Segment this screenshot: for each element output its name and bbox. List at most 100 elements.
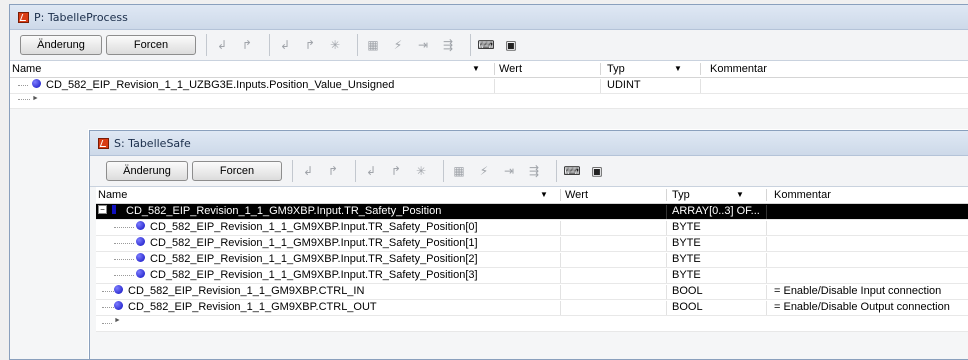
window-icon — [98, 137, 109, 149]
table-row[interactable]: − CD_582_EIP_Revision_1_1_GM9XBP.Input.T… — [96, 204, 968, 220]
column-header-value[interactable]: Wert — [499, 63, 522, 75]
cell-divider — [600, 79, 601, 93]
keyboard-icon[interactable]: ⌨ — [563, 162, 581, 180]
sort-arrow-icon[interactable]: ▼ — [540, 190, 548, 199]
toolbar-separator — [443, 160, 444, 182]
table-row[interactable]: CD_582_EIP_Revision_1_1_GM9XBP.Input.TR_… — [96, 220, 968, 236]
trigger-falling-icon[interactable]: ↲ — [276, 36, 294, 54]
tree-connector — [102, 307, 114, 308]
row-name: CD_582_EIP_Revision_1_1_GM9XBP.Input.TR_… — [150, 253, 478, 265]
tree-connector — [114, 275, 134, 276]
step-icon[interactable]: ⇥ — [414, 36, 432, 54]
column-divider[interactable] — [560, 189, 561, 201]
row-comment: = Enable/Disable Input connection — [774, 285, 942, 297]
cell-divider — [666, 285, 667, 299]
row-name: CD_582_EIP_Revision_1_1_UZBG3E.Inputs.Po… — [46, 79, 395, 91]
sort-arrow-icon[interactable]: ▼ — [674, 64, 682, 73]
trigger-falling-icon[interactable]: ↲ — [299, 162, 317, 180]
table-row[interactable]: CD_582_EIP_Revision_1_1_UZBG3E.Inputs.Po… — [10, 78, 968, 94]
column-divider[interactable] — [766, 189, 767, 201]
process-window-title: P: TabelleProcess — [34, 10, 128, 24]
safe-change-button[interactable]: Änderung — [106, 161, 188, 181]
lightning-icon[interactable]: ⚡ — [389, 36, 407, 54]
trigger-rising-icon[interactable]: ↱ — [387, 162, 405, 180]
cell-divider — [560, 269, 561, 283]
row-name: CD_582_EIP_Revision_1_1_GM9XBP.Input.TR_… — [126, 205, 442, 217]
new-row-placeholder[interactable]: ► — [10, 94, 968, 109]
table-row[interactable]: CD_582_EIP_Revision_1_1_GM9XBP.Input.TR_… — [96, 252, 968, 268]
toolbar-separator — [556, 160, 557, 182]
cell-divider — [560, 205, 561, 219]
variable-dot-icon — [136, 237, 145, 246]
column-header-type[interactable]: Typ — [672, 189, 690, 201]
trigger-falling-icon[interactable]: ↲ — [213, 36, 231, 54]
column-header-comment[interactable]: Kommentar — [774, 189, 831, 201]
safe-table-window: S: TabelleSafe Änderung Forcen ↲ ↱ ↲ ↱ ✳… — [89, 130, 968, 360]
column-header-value[interactable]: Wert — [565, 189, 588, 201]
cell-divider — [666, 205, 667, 219]
step-icon[interactable]: ⇥ — [500, 162, 518, 180]
process-force-button[interactable]: Forcen — [106, 35, 196, 55]
window-icon — [18, 11, 29, 23]
collapse-toggle-icon[interactable]: − — [98, 205, 107, 214]
run-icon[interactable]: ⇶ — [525, 162, 543, 180]
cell-divider — [560, 301, 561, 315]
rt-icon[interactable]: ▣ — [502, 36, 520, 54]
cell-divider — [766, 221, 767, 235]
column-header-comment[interactable]: Kommentar — [710, 63, 767, 75]
cell-divider — [666, 269, 667, 283]
cell-divider — [700, 79, 701, 93]
keyboard-icon[interactable]: ⌨ — [477, 36, 495, 54]
table-row[interactable]: CD_582_EIP_Revision_1_1_GM9XBP.CTRL_IN B… — [96, 284, 968, 300]
table-row[interactable]: CD_582_EIP_Revision_1_1_GM9XBP.CTRL_OUT … — [96, 300, 968, 316]
process-title-bar[interactable]: P: TabelleProcess — [10, 5, 968, 30]
column-divider[interactable] — [666, 189, 667, 201]
trigger-falling-icon[interactable]: ↲ — [362, 162, 380, 180]
column-header-type[interactable]: Typ — [607, 63, 625, 75]
safe-force-button[interactable]: Forcen — [192, 161, 282, 181]
row-type: BYTE — [672, 221, 701, 233]
lightning-icon[interactable]: ⚡ — [475, 162, 493, 180]
rt-icon[interactable]: ▣ — [588, 162, 606, 180]
run-icon[interactable]: ⇶ — [439, 36, 457, 54]
tree-connector — [18, 99, 30, 100]
trigger-rising-icon[interactable]: ↱ — [238, 36, 256, 54]
star-icon[interactable]: ✳ — [326, 36, 344, 54]
row-type: ARRAY[0..3] OF... — [672, 205, 760, 217]
toolbar-separator — [355, 160, 356, 182]
grid-icon[interactable]: ▦ — [450, 162, 468, 180]
column-divider[interactable] — [700, 63, 701, 75]
row-name: CD_582_EIP_Revision_1_1_GM9XBP.CTRL_OUT — [128, 301, 377, 313]
sort-arrow-icon[interactable]: ▼ — [472, 64, 480, 73]
column-divider[interactable] — [494, 63, 495, 75]
safe-grid-header: Name ▼ Wert Typ ▼ Kommentar — [96, 187, 968, 204]
cell-divider — [766, 237, 767, 251]
tree-connector — [114, 227, 134, 228]
column-header-name[interactable]: Name — [98, 189, 127, 201]
toolbar-separator — [269, 34, 270, 56]
cell-divider — [766, 205, 767, 219]
process-grid: Name ▼ Wert Typ ▼ Kommentar CD_582_EIP_R… — [10, 61, 968, 109]
table-row[interactable]: CD_582_EIP_Revision_1_1_GM9XBP.Input.TR_… — [96, 268, 968, 284]
trigger-rising-icon[interactable]: ↱ — [301, 36, 319, 54]
sort-arrow-icon[interactable]: ▼ — [736, 190, 744, 199]
process-change-button[interactable]: Änderung — [20, 35, 102, 55]
tree-connector — [114, 243, 134, 244]
toolbar-separator — [357, 34, 358, 56]
new-row-placeholder[interactable]: ► — [96, 316, 968, 332]
column-header-name[interactable]: Name — [12, 63, 41, 75]
safe-title-bar[interactable]: S: TabelleSafe — [90, 131, 968, 156]
row-name: CD_582_EIP_Revision_1_1_GM9XBP.CTRL_IN — [128, 285, 365, 297]
row-type: BOOL — [672, 301, 703, 313]
cell-divider — [766, 301, 767, 315]
star-icon[interactable]: ✳ — [412, 162, 430, 180]
table-row[interactable]: CD_582_EIP_Revision_1_1_GM9XBP.Input.TR_… — [96, 236, 968, 252]
variable-dot-icon — [136, 221, 145, 230]
column-divider[interactable] — [600, 63, 601, 75]
variable-dot-icon — [114, 301, 123, 310]
variable-dot-icon — [114, 285, 123, 294]
grid-icon[interactable]: ▦ — [364, 36, 382, 54]
row-comment: = Enable/Disable Output connection — [774, 301, 950, 313]
trigger-rising-icon[interactable]: ↱ — [324, 162, 342, 180]
new-entry-arrow-icon: ► — [114, 317, 121, 324]
